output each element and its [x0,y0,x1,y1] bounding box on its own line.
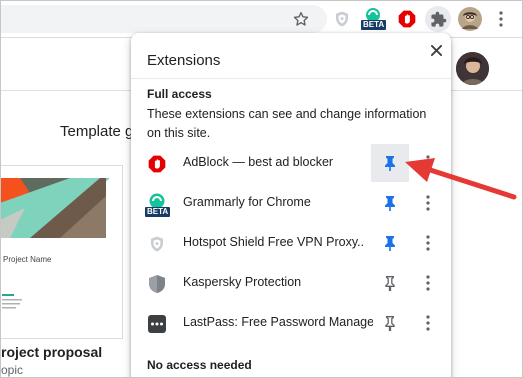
lastpass-icon [147,314,167,334]
full-access-description: These extensions can see and change info… [147,107,427,140]
star-icon[interactable] [289,7,313,31]
hotspot-shield-icon [147,234,167,254]
extension-name: AdBlock — best ad blocker [183,155,334,169]
extension-more-button[interactable] [417,312,439,334]
extension-name: Hotspot Shield Free VPN Proxy... [183,235,363,249]
thumbnail-project-name: Project Name [3,255,52,264]
pin-button[interactable] [371,224,409,262]
template-card-subtitle: opic [1,363,24,377]
extension-row-hotspot-shield[interactable]: Hotspot Shield Free VPN Proxy... [131,223,451,263]
kaspersky-icon [147,274,167,294]
beta-badge: BETA [361,20,387,30]
thumbnail-text-lines [2,294,22,309]
close-icon[interactable] [425,39,447,61]
template-gallery-heading: Template g [60,123,132,140]
grammarly-beta-icon[interactable]: BETA [361,7,387,31]
extension-row-kaspersky[interactable]: Kaspersky Protection [131,263,451,303]
profile-avatar[interactable] [458,7,482,31]
extension-name: Kaspersky Protection [183,275,302,289]
pin-outline-icon [385,276,395,291]
more-vert-icon [426,315,430,331]
extensions-menu-title: Extensions [147,52,221,69]
extension-row-lastpass[interactable]: LastPass: Free Password Manager [131,303,451,343]
extension-name: Grammarly for Chrome [183,195,311,209]
extension-name: LastPass: Free Password Manager [183,315,373,329]
more-vert-icon [426,235,430,251]
grammarly-icon: BETA [145,193,171,217]
pin-button[interactable] [371,264,409,302]
template-thumbnail[interactable]: Project Name [1,165,123,339]
pin-filled-icon [385,236,395,251]
annotation-arrow [405,158,517,200]
no-access-heading: No access needed [147,358,252,372]
full-access-heading: Full access [147,87,212,101]
extensions-puzzle-icon[interactable] [425,6,451,32]
extension-more-button[interactable] [417,232,439,254]
pin-outline-icon [385,316,395,331]
menu-divider [131,78,451,79]
beta-badge: BETA [145,207,171,217]
browser-window: BETA Template g Project Name roject prop… [0,0,523,378]
hotspot-shield-icon[interactable] [330,7,354,31]
extension-more-button[interactable] [417,272,439,294]
pin-button[interactable] [371,304,409,342]
adblock-icon [147,154,167,174]
more-vert-icon [426,275,430,291]
more-icon[interactable] [489,7,513,31]
adblock-icon[interactable] [395,7,419,31]
template-card-title[interactable]: roject proposal [1,344,102,360]
account-avatar[interactable] [456,52,489,85]
address-bar[interactable] [1,5,327,33]
